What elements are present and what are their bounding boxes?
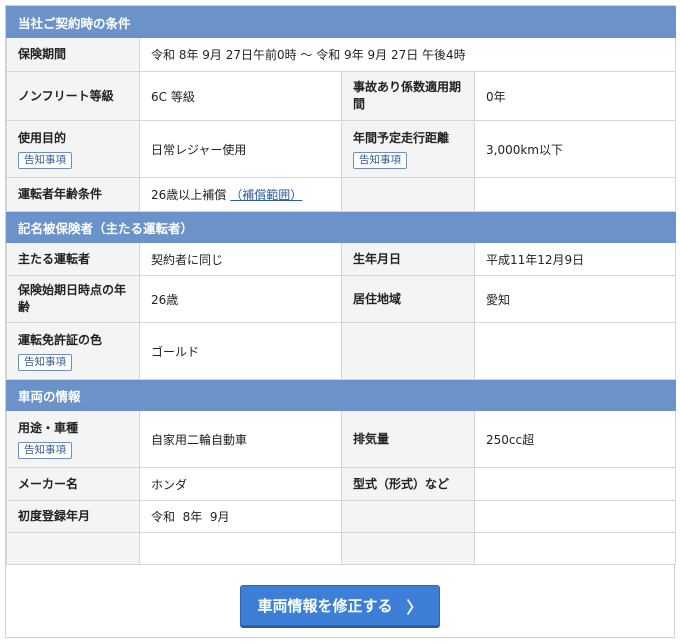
period-value: 令和 8年 9月 27日午前0時 〜 令和 9年 9月 27日 午後4時: [138, 37, 677, 72]
empty-cell: [341, 177, 475, 212]
table-row: 初度登録年月 令和 8年 9月: [6, 500, 677, 533]
section-header-contract: 当社ご契約時の条件: [5, 6, 677, 38]
license-label: 運転免許証の色: [18, 332, 103, 347]
maker-label: メーカー名: [6, 467, 140, 501]
usage-value: 日常レジャー使用: [139, 120, 342, 178]
license-value: ゴールド: [139, 322, 342, 380]
coverage-range-link[interactable]: （補償範囲）: [230, 188, 302, 202]
section-title: 車両の情報: [5, 379, 677, 411]
age-cell: 26歳以上補償 （補償範囲）: [139, 177, 342, 212]
table-row: 保険期間 令和 8年 9月 27日午前0時 〜 令和 9年 9月 27日 午後4…: [6, 37, 677, 72]
empty-cell: [473, 500, 677, 533]
maker-value: ホンダ: [139, 467, 342, 501]
section-header-vehicle: 車両の情報: [5, 379, 677, 411]
table-row: [6, 532, 677, 565]
usage-label: 使用目的: [18, 130, 67, 145]
license-cell: 運転免許証の色 告知事項: [6, 322, 140, 380]
table-row: 運転者年齢条件 26歳以上補償 （補償範囲）: [6, 177, 677, 212]
birth-label: 生年月日: [341, 242, 475, 276]
vehicle-type-value: 自家用二輪自動車: [139, 410, 342, 468]
notice-tag[interactable]: 告知事項: [18, 353, 72, 371]
table-row: 保険始期日時点の年齢 26歳 居住地域 愛知: [6, 275, 677, 323]
empty-cell: [139, 532, 342, 565]
vehicle-type-label: 用途・車種: [18, 420, 79, 435]
region-label: 居住地域: [341, 275, 475, 323]
notice-tag[interactable]: 告知事項: [353, 151, 407, 169]
displacement-label: 排気量: [341, 410, 475, 468]
displacement-value: 250cc超: [473, 410, 677, 468]
mileage-cell: 年間予定走行距離 告知事項: [341, 120, 475, 178]
birth-value: 平成11年12月9日: [473, 242, 677, 276]
table-row: 主たる運転者 契約者に同じ 生年月日 平成11年12月9日: [6, 242, 677, 276]
section-title: 当社ご契約時の条件: [5, 6, 677, 38]
button-area: 車両情報を修正する 〉: [6, 576, 674, 638]
age-at-start-label: 保険始期日時点の年齢: [6, 275, 140, 323]
section-header-insured: 記名被保険者（主たる運転者）: [5, 211, 677, 243]
age-label: 運転者年齢条件: [6, 177, 140, 212]
empty-cell: [6, 532, 140, 565]
table-row: 用途・車種 告知事項 自家用二輪自動車 排気量 250cc超: [6, 410, 677, 468]
table-row: 運転免許証の色 告知事項 ゴールド: [6, 322, 677, 380]
table-row: 使用目的 告知事項 日常レジャー使用 年間予定走行距離 告知事項 3,000km…: [6, 120, 677, 178]
first-reg-value: 令和 8年 9月: [139, 500, 342, 533]
age-at-start-value: 26歳: [139, 275, 342, 323]
section-title: 記名被保険者（主たる運転者）: [5, 211, 677, 243]
driver-label: 主たる運転者: [6, 242, 140, 276]
contract-table: 当社ご契約時の条件 保険期間 令和 8年 9月 27日午前0時 〜 令和 9年 …: [5, 6, 677, 565]
age-value: 26歳以上補償: [151, 188, 227, 202]
empty-cell: [341, 532, 475, 565]
mileage-value: 3,000km以下: [473, 120, 677, 178]
mileage-label: 年間予定走行距離: [353, 130, 450, 145]
accident-coef-label: 事故あり係数適用期間: [341, 71, 475, 121]
usage-cell: 使用目的 告知事項: [6, 120, 140, 178]
notice-tag[interactable]: 告知事項: [18, 441, 72, 459]
nonfleet-value: 6C 等級: [139, 71, 342, 121]
chevron-right-icon: 〉: [406, 597, 423, 617]
first-reg-label: 初度登録年月: [6, 500, 140, 533]
model-label: 型式（形式）など: [341, 467, 475, 501]
driver-value: 契約者に同じ: [139, 242, 342, 276]
edit-vehicle-button[interactable]: 車両情報を修正する 〉: [240, 585, 440, 626]
nonfleet-label: ノンフリート等級: [6, 71, 140, 121]
notice-tag[interactable]: 告知事項: [18, 151, 72, 169]
table-row: メーカー名 ホンダ 型式（形式）など: [6, 467, 677, 501]
empty-cell: [341, 500, 475, 533]
table-row: ノンフリート等級 6C 等級 事故あり係数適用期間 0年: [6, 71, 677, 121]
empty-cell: [473, 532, 677, 565]
model-value: [473, 467, 677, 501]
empty-cell: [473, 177, 677, 212]
edit-vehicle-button-label: 車両情報を修正する: [257, 597, 393, 615]
region-value: 愛知: [473, 275, 677, 323]
empty-cell: [341, 322, 475, 380]
empty-cell: [473, 322, 677, 380]
period-label: 保険期間: [6, 37, 140, 72]
contract-summary: 当社ご契約時の条件 保険期間 令和 8年 9月 27日午前0時 〜 令和 9年 …: [5, 5, 677, 638]
vehicle-type-cell: 用途・車種 告知事項: [6, 410, 140, 468]
accident-coef-value: 0年: [473, 71, 677, 121]
